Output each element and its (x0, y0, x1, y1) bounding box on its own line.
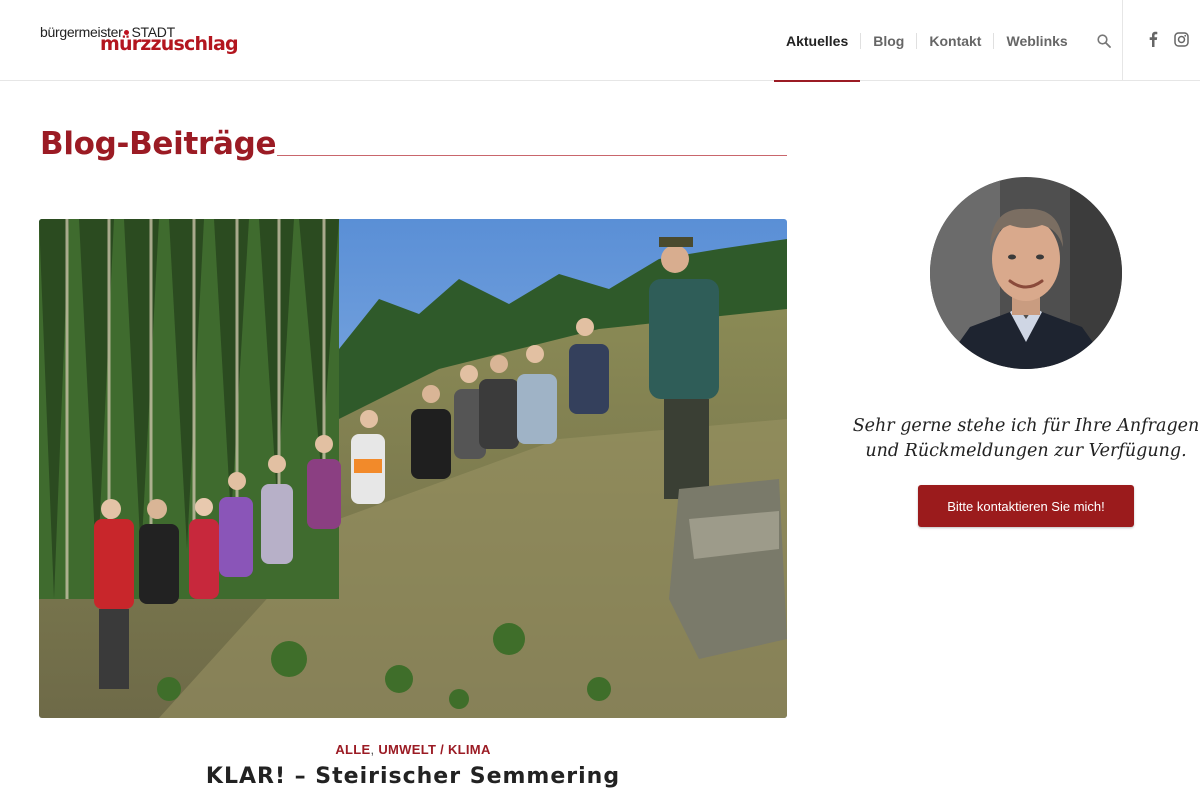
post-categories: ALLE, UMWELT / KLIMA (39, 742, 787, 757)
sidebar-contact-text: Sehr gerne stehe ich für Ihre Anfragen u… (845, 414, 1200, 464)
main-nav: Aktuelles Blog Kontakt Weblinks (774, 0, 1124, 82)
search-icon[interactable] (1084, 0, 1124, 81)
contact-me-button[interactable]: Bitte kontaktieren Sie mich! (918, 485, 1134, 527)
page-title: Blog-Beiträge (40, 126, 277, 162)
logo-city-name: mürzzuschlag (100, 33, 239, 55)
nav-item-blog[interactable]: Blog (861, 0, 916, 81)
category-separator: , (370, 742, 375, 757)
facebook-icon[interactable] (1142, 28, 1164, 50)
instagram-icon[interactable] (1170, 28, 1192, 50)
avatar (930, 177, 1122, 369)
nav-item-aktuelles[interactable]: Aktuelles (774, 0, 861, 82)
site-logo[interactable]: bürgermeister STADT mürzzuschlag (40, 24, 239, 56)
post-title[interactable]: KLAR! – Steirischer Semmering (39, 764, 787, 789)
site-header: bürgermeister STADT mürzzuschlag Aktuelle… (0, 0, 1200, 82)
nav-item-kontakt[interactable]: Kontakt (917, 0, 993, 81)
title-rule (277, 155, 787, 156)
sidebar-text-line-2: und Rückmeldungen zur Verfügung. (865, 441, 1187, 461)
post-featured-image[interactable] (39, 219, 787, 718)
category-link-alle[interactable]: ALLE (335, 742, 370, 757)
sidebar-text-line-1: Sehr gerne stehe ich für Ihre Anfragen (852, 416, 1200, 436)
header-divider (1122, 0, 1123, 81)
category-link-umwelt-klima[interactable]: UMWELT / KLIMA (378, 742, 490, 757)
nav-item-weblinks[interactable]: Weblinks (994, 0, 1079, 81)
